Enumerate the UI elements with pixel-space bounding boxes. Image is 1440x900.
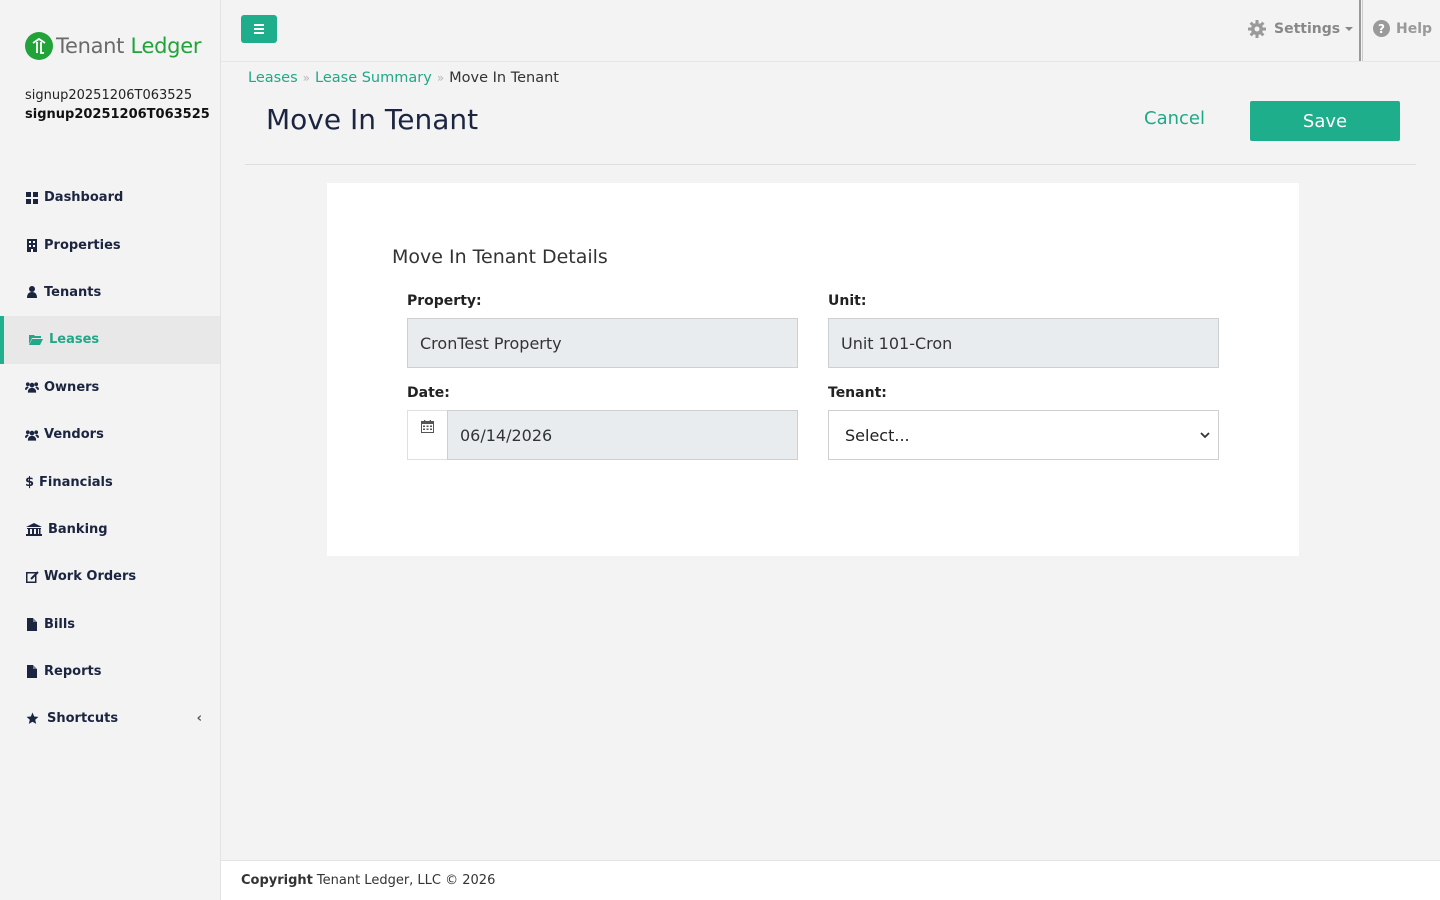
sidebar-item-properties[interactable]: Properties bbox=[0, 221, 220, 268]
sidebar-item-label: Owners bbox=[44, 379, 100, 395]
dollar-icon: $ bbox=[24, 474, 35, 490]
save-button[interactable]: Save bbox=[1250, 101, 1400, 141]
property-field[interactable]: CronTest Property bbox=[407, 318, 798, 368]
gear-icon bbox=[1248, 20, 1266, 38]
star-icon bbox=[25, 712, 39, 726]
bank-icon bbox=[25, 522, 42, 536]
sidebar-item-vendors[interactable]: Vendors bbox=[0, 411, 220, 458]
building-icon bbox=[25, 238, 39, 252]
sidebar-item-banking[interactable]: Banking bbox=[0, 506, 220, 553]
footer: Copyright Tenant Ledger, LLC © 2026 bbox=[221, 860, 1440, 900]
date-input[interactable]: 06/14/2026 bbox=[447, 410, 798, 460]
tenant-select-value: Select... bbox=[845, 425, 910, 445]
page-title: Move In Tenant bbox=[266, 103, 479, 136]
help-link[interactable]: ? Help bbox=[1373, 20, 1432, 37]
sidebar-nav: Dashboard Properties Tenants Leases Owne… bbox=[0, 174, 220, 743]
chevron-left-icon[interactable]: ‹ bbox=[197, 711, 202, 726]
question-circle-icon: ? bbox=[1373, 20, 1390, 37]
sidebar-item-bills[interactable]: Bills bbox=[0, 601, 220, 648]
double-chevron-right-icon: » bbox=[302, 71, 311, 85]
double-chevron-right-icon: » bbox=[436, 71, 445, 85]
breadcrumb-lease-summary[interactable]: Lease Summary bbox=[315, 70, 432, 86]
calendar-icon[interactable] bbox=[407, 410, 447, 460]
breadcrumb-leases[interactable]: Leases bbox=[248, 70, 298, 86]
sidebar-item-label: Reports bbox=[44, 664, 102, 680]
sidebar-item-label: Dashboard bbox=[44, 190, 124, 206]
sidebar-item-label: Properties bbox=[44, 237, 121, 253]
file-icon bbox=[25, 617, 39, 631]
hamburger-icon bbox=[254, 24, 264, 26]
sidebar-item-label: Leases bbox=[49, 332, 100, 348]
unit-field[interactable]: Unit 101-Cron bbox=[828, 318, 1219, 368]
footer-text: Tenant Ledger, LLC © 2026 bbox=[316, 873, 496, 888]
file-icon bbox=[25, 665, 39, 679]
settings-label: Settings bbox=[1274, 21, 1341, 37]
header-divider bbox=[245, 164, 1416, 165]
move-in-form-card: Move In Tenant Details Property: CronTes… bbox=[327, 183, 1299, 556]
sidebar-item-label: Financials bbox=[39, 474, 113, 490]
date-label: Date: bbox=[407, 385, 450, 401]
logo-icon bbox=[25, 32, 53, 60]
footer-copyright-label: Copyright bbox=[241, 873, 313, 888]
sidebar-item-label: Work Orders bbox=[44, 569, 137, 585]
breadcrumb: Leases » Lease Summary » Move In Tenant bbox=[248, 70, 559, 86]
sidebar-item-label: Bills bbox=[44, 616, 76, 632]
unit-label: Unit: bbox=[828, 293, 867, 309]
sidebar-item-leases[interactable]: Leases bbox=[0, 316, 220, 364]
property-label: Property: bbox=[407, 293, 482, 309]
sidebar-item-work-orders[interactable]: Work Orders bbox=[0, 553, 220, 600]
sidebar-item-label: Banking bbox=[48, 521, 108, 537]
topbar-border bbox=[221, 61, 1440, 62]
brand-name: Tenant Ledger bbox=[56, 34, 201, 58]
sidebar-item-label: Shortcuts bbox=[47, 711, 119, 727]
tenant-label: Tenant: bbox=[828, 385, 887, 401]
sidebar-item-dashboard[interactable]: Dashboard bbox=[0, 174, 220, 221]
brand-word-2: Ledger bbox=[130, 34, 202, 58]
brand-word-1: Tenant bbox=[56, 34, 125, 58]
chevron-down-icon bbox=[1200, 431, 1210, 439]
brand-logo[interactable]: Tenant Ledger bbox=[25, 32, 201, 60]
menu-toggle-button[interactable] bbox=[241, 15, 277, 43]
help-label: Help bbox=[1396, 20, 1433, 37]
sidebar-item-label: Tenants bbox=[44, 284, 102, 300]
tenant-select[interactable]: Select... bbox=[828, 410, 1219, 460]
settings-menu[interactable]: Settings bbox=[1248, 20, 1354, 38]
sidebar-item-shortcuts[interactable]: Shortcuts ‹ bbox=[0, 695, 220, 742]
sidebar-item-owners[interactable]: Owners bbox=[0, 364, 220, 411]
dashboard-icon bbox=[25, 191, 39, 205]
users-icon bbox=[25, 428, 39, 442]
sidebar: Tenant Ledger signup20251206T063525 sign… bbox=[0, 0, 221, 900]
folder-open-icon bbox=[29, 333, 43, 347]
form-title: Move In Tenant Details bbox=[392, 246, 608, 268]
user-name: signup20251206T063525 bbox=[25, 88, 193, 103]
sidebar-item-reports[interactable]: Reports bbox=[0, 648, 220, 695]
topbar-divider bbox=[1359, 0, 1363, 61]
breadcrumb-current: Move In Tenant bbox=[449, 70, 559, 86]
sidebar-item-label: Vendors bbox=[44, 427, 104, 443]
cancel-button[interactable]: Cancel bbox=[1144, 108, 1205, 129]
sidebar-item-tenants[interactable]: Tenants bbox=[0, 269, 220, 316]
date-picker: 06/14/2026 bbox=[407, 410, 798, 460]
user-account: signup20251206T063525 bbox=[25, 107, 210, 122]
sidebar-item-financials[interactable]: $ Financials bbox=[0, 458, 220, 505]
edit-icon bbox=[25, 570, 39, 584]
caret-down-icon bbox=[1345, 27, 1354, 31]
users-icon bbox=[25, 380, 39, 394]
user-icon bbox=[25, 285, 39, 299]
